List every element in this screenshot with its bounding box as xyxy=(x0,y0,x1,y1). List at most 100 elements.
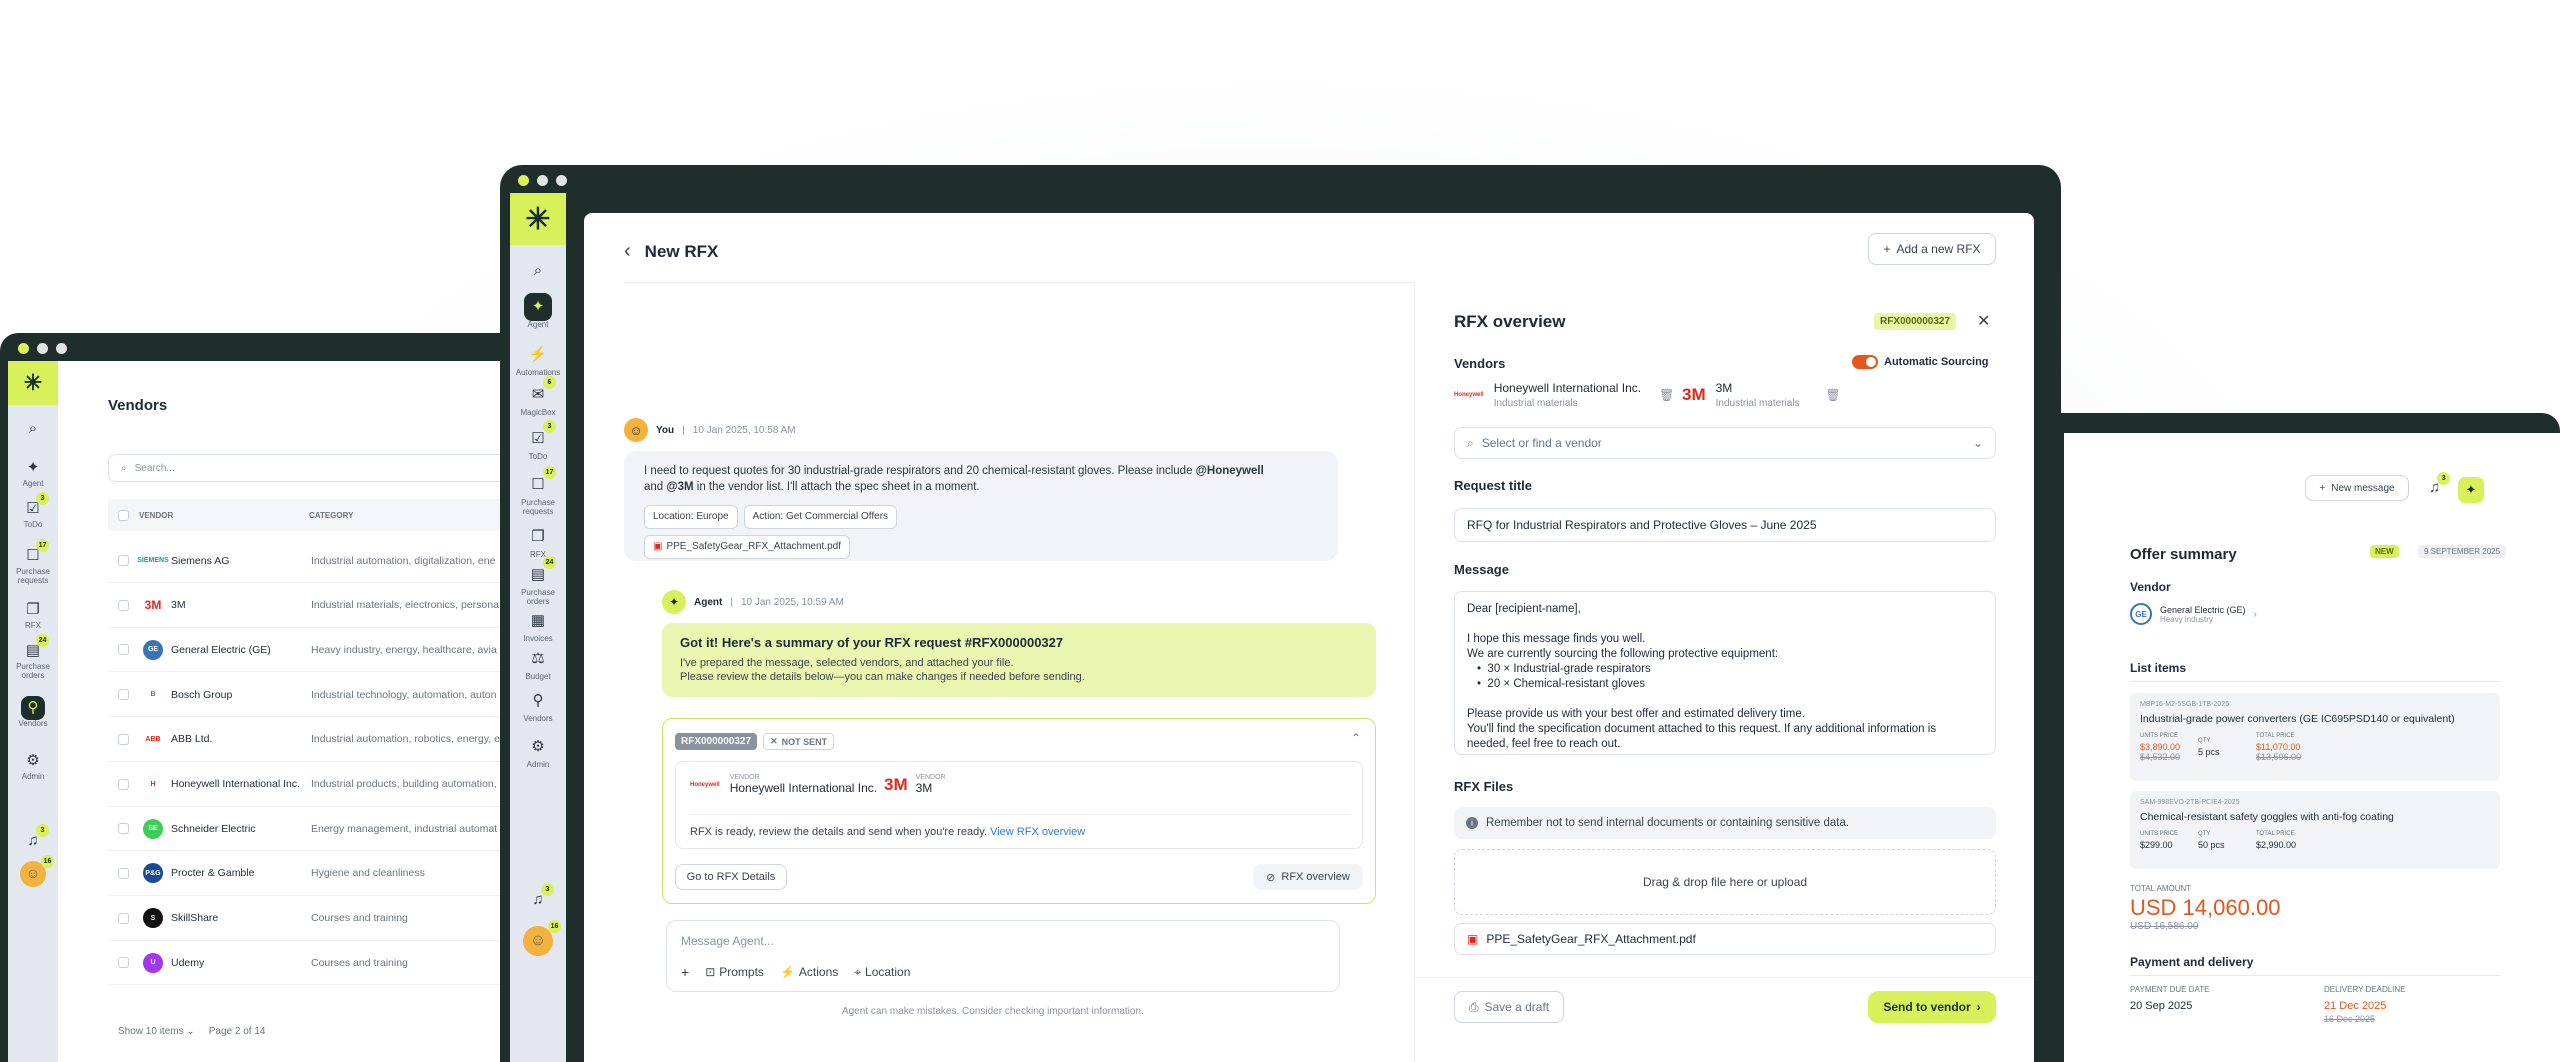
window-dot[interactable] xyxy=(18,343,29,354)
row-checkbox[interactable] xyxy=(118,555,129,566)
vendor-logo: ABB xyxy=(145,735,161,743)
row-checkbox[interactable] xyxy=(118,912,129,924)
nav-item-budget[interactable]: ⚖ Budget xyxy=(510,645,566,682)
chip-action[interactable]: Action: Get Commercial Offers xyxy=(743,505,898,529)
nav-item-admin[interactable]: ⚙ Admin xyxy=(8,749,58,782)
search-input[interactable]: ⌕ Search... xyxy=(108,454,520,482)
select-all-checkbox[interactable] xyxy=(118,509,129,521)
mention-3m[interactable]: @3M xyxy=(666,481,693,493)
file-dropzone[interactable]: Drag & drop file here or upload xyxy=(1454,849,1996,915)
nav-item-agent[interactable]: ✦ Agent xyxy=(8,456,58,489)
automatic-sourcing-toggle[interactable]: Automatic Sourcing xyxy=(1852,355,1989,369)
invoices-icon: ▦ xyxy=(530,611,546,629)
table-row[interactable]: B Bosch Group Industrial technology, autom… xyxy=(108,673,520,718)
user-avatar[interactable]: ☺ 16 xyxy=(8,855,58,887)
offer-item[interactable]: SAM-998EVO-2TB-PCIE4-2025 Chemical-resist… xyxy=(2130,791,2500,869)
column-category[interactable]: CATEGORY xyxy=(309,511,353,520)
page-title: New RFX xyxy=(644,241,719,261)
app-logo[interactable]: ✳ xyxy=(8,361,58,405)
toggle-switch[interactable] xyxy=(1852,355,1878,369)
row-checkbox[interactable] xyxy=(118,644,129,656)
nav-item-vendors[interactable]: ⚲ Vendors xyxy=(8,696,58,729)
actions-button[interactable]: ⚡ Actions xyxy=(780,965,838,979)
row-checkbox[interactable] xyxy=(118,733,129,745)
attachment-chip[interactable]: ▣ PPE_SafetyGear_RFX_Attachment.pdf xyxy=(644,535,850,559)
nav-item-purchase-requests[interactable]: ☐ 17 Purchase requests xyxy=(8,539,58,586)
table-row[interactable]: SIEMENS Siemens AG Industrial automation, … xyxy=(108,539,520,583)
offer-item[interactable]: MBP16-M2-5SGB-1TB-2025 Industrial-grade p… xyxy=(2130,693,2500,781)
vendor-chip[interactable]: GE General Electric (GE) Heavy industry › xyxy=(2130,603,2257,625)
table-row[interactable]: 3M 3M Industrial materials, electronics, p… xyxy=(108,584,520,628)
nav-item-todo[interactable]: ☑ 3 ToDo xyxy=(510,420,566,462)
row-checkbox[interactable] xyxy=(118,957,129,969)
location-button[interactable]: ⌖ Location xyxy=(854,965,910,980)
attached-file[interactable]: ▣ PPE_SafetyGear_RFX_Attachment.pdf xyxy=(1454,923,1996,955)
nav-item-purchase-orders[interactable]: ▤ 24 Purchase orders xyxy=(8,634,58,681)
nav-item-vendors[interactable]: ⚲ Vendors xyxy=(510,687,566,724)
window-dot[interactable] xyxy=(556,175,567,186)
window-dot[interactable] xyxy=(518,175,529,186)
table-row[interactable]: U Udemy Courses and training xyxy=(108,941,520,986)
window-dot[interactable] xyxy=(537,175,548,186)
row-checkbox[interactable] xyxy=(118,823,129,835)
nav-item-purchase-requests[interactable]: ☐ 17 Purchase requests xyxy=(510,466,566,517)
composer-input[interactable]: Message Agent... xyxy=(681,934,774,948)
user-avatar[interactable]: ☺ 16 xyxy=(510,920,566,956)
table-row[interactable]: S SkillShare Courses and training xyxy=(108,897,520,941)
go-to-rfx-details-button[interactable]: Go to RFX Details xyxy=(675,864,787,890)
table-row[interactable]: H Honeywell International Inc. Industrial … xyxy=(108,763,520,807)
view-rfx-overview-link[interactable]: View RFX overview xyxy=(990,826,1085,838)
offer-title: Offer summary xyxy=(2130,546,2237,563)
notifications-nav[interactable]: ♫ 3 xyxy=(510,883,566,912)
nav-item-todo[interactable]: ☑ 3 ToDo xyxy=(8,492,58,530)
row-checkbox[interactable] xyxy=(118,778,129,790)
table-row[interactable]: GE General Electric (GE) Heavy industry, e… xyxy=(108,628,520,673)
nav-item-admin[interactable]: ⚙ Admin xyxy=(510,733,566,770)
chip-location[interactable]: Location: Europe xyxy=(644,505,738,529)
agent-shortcut[interactable]: ✦ xyxy=(2458,477,2484,503)
search-nav[interactable]: ⌕ xyxy=(8,417,58,441)
new-message-button[interactable]: + New message xyxy=(2305,475,2409,501)
add-new-rfx-button[interactable]: + Add a new RFX xyxy=(1868,233,1996,265)
column-vendor[interactable]: VENDOR xyxy=(139,511,309,520)
window-controls xyxy=(518,175,567,186)
table-row[interactable]: ABB ABB Ltd. Industrial automation, roboti… xyxy=(108,718,520,762)
close-icon[interactable]: ✕ xyxy=(1977,311,1990,331)
back-arrow-icon[interactable]: ‹ xyxy=(624,240,631,263)
mention-honeywell[interactable]: @Honeywell xyxy=(1196,465,1264,477)
message-composer[interactable]: Message Agent... + ⊡ Prompts ⚡ Actions ⌖ Lo… xyxy=(666,920,1340,992)
send-to-vendor-button[interactable]: Send to vendor › xyxy=(1868,991,1996,1023)
nav-item-agent[interactable]: ✦ Agent xyxy=(510,293,566,330)
vendor-select[interactable]: ⌕ Select or find a vendor ⌄ xyxy=(1454,427,1996,459)
payment-due-value: 20 Sep 2025 xyxy=(2130,1000,2193,1012)
trash-icon[interactable]: 🗑 xyxy=(1826,388,1841,402)
window-dot[interactable] xyxy=(37,343,48,354)
show-items-select[interactable]: Show 10 items ⌄ xyxy=(118,1026,195,1037)
chevron-up-icon[interactable]: ⌃ xyxy=(1351,731,1361,745)
message-textarea[interactable]: Dear [recipient-name], I hope this messa… xyxy=(1454,591,1996,755)
request-title-input[interactable]: RFQ for Industrial Respirators and Prote… xyxy=(1454,508,1996,542)
nav-item-automations[interactable]: ⚡ Automations xyxy=(510,341,566,378)
row-checkbox[interactable] xyxy=(118,867,129,879)
table-row[interactable]: SE Schneider Electric Energy management, i… xyxy=(108,807,520,852)
nav-item-search[interactable]: ⌕ xyxy=(510,257,566,285)
prompts-button[interactable]: ⊡ Prompts xyxy=(705,965,764,979)
payment-due-label: PAYMENT DUE DATE xyxy=(2130,985,2210,994)
rfx-overview-button[interactable]: ⊘ RFX overview xyxy=(1253,864,1363,890)
plus-icon[interactable]: + xyxy=(681,964,689,980)
notifications-nav[interactable]: ♫ 3 xyxy=(8,824,58,853)
nav-item-magicbox[interactable]: ✉ 6 MagicBox xyxy=(510,376,566,418)
table-row[interactable]: P&G Procter & Gamble Hygiene and cleanline… xyxy=(108,852,520,896)
nav-item-rfx[interactable]: ❐ RFX xyxy=(510,523,566,560)
window-dot[interactable] xyxy=(56,343,67,354)
nav-item-purchase-orders[interactable]: ▤ 24 Purchase orders xyxy=(510,556,566,607)
row-checkbox[interactable] xyxy=(118,599,129,611)
row-checkbox[interactable] xyxy=(118,689,129,701)
trash-icon[interactable]: 🗑 xyxy=(1659,388,1674,402)
notifications-bell[interactable]: ♫ 3 xyxy=(2429,472,2451,496)
nav-item-rfx[interactable]: ❐ RFX xyxy=(8,598,58,631)
app-logo[interactable]: ✳ xyxy=(510,193,566,245)
bell-icon: ♫ 3 xyxy=(21,824,49,853)
save-draft-button[interactable]: ⎙ Save a draft xyxy=(1454,991,1564,1023)
nav-item-invoices[interactable]: ▦ Invoices xyxy=(510,607,566,644)
